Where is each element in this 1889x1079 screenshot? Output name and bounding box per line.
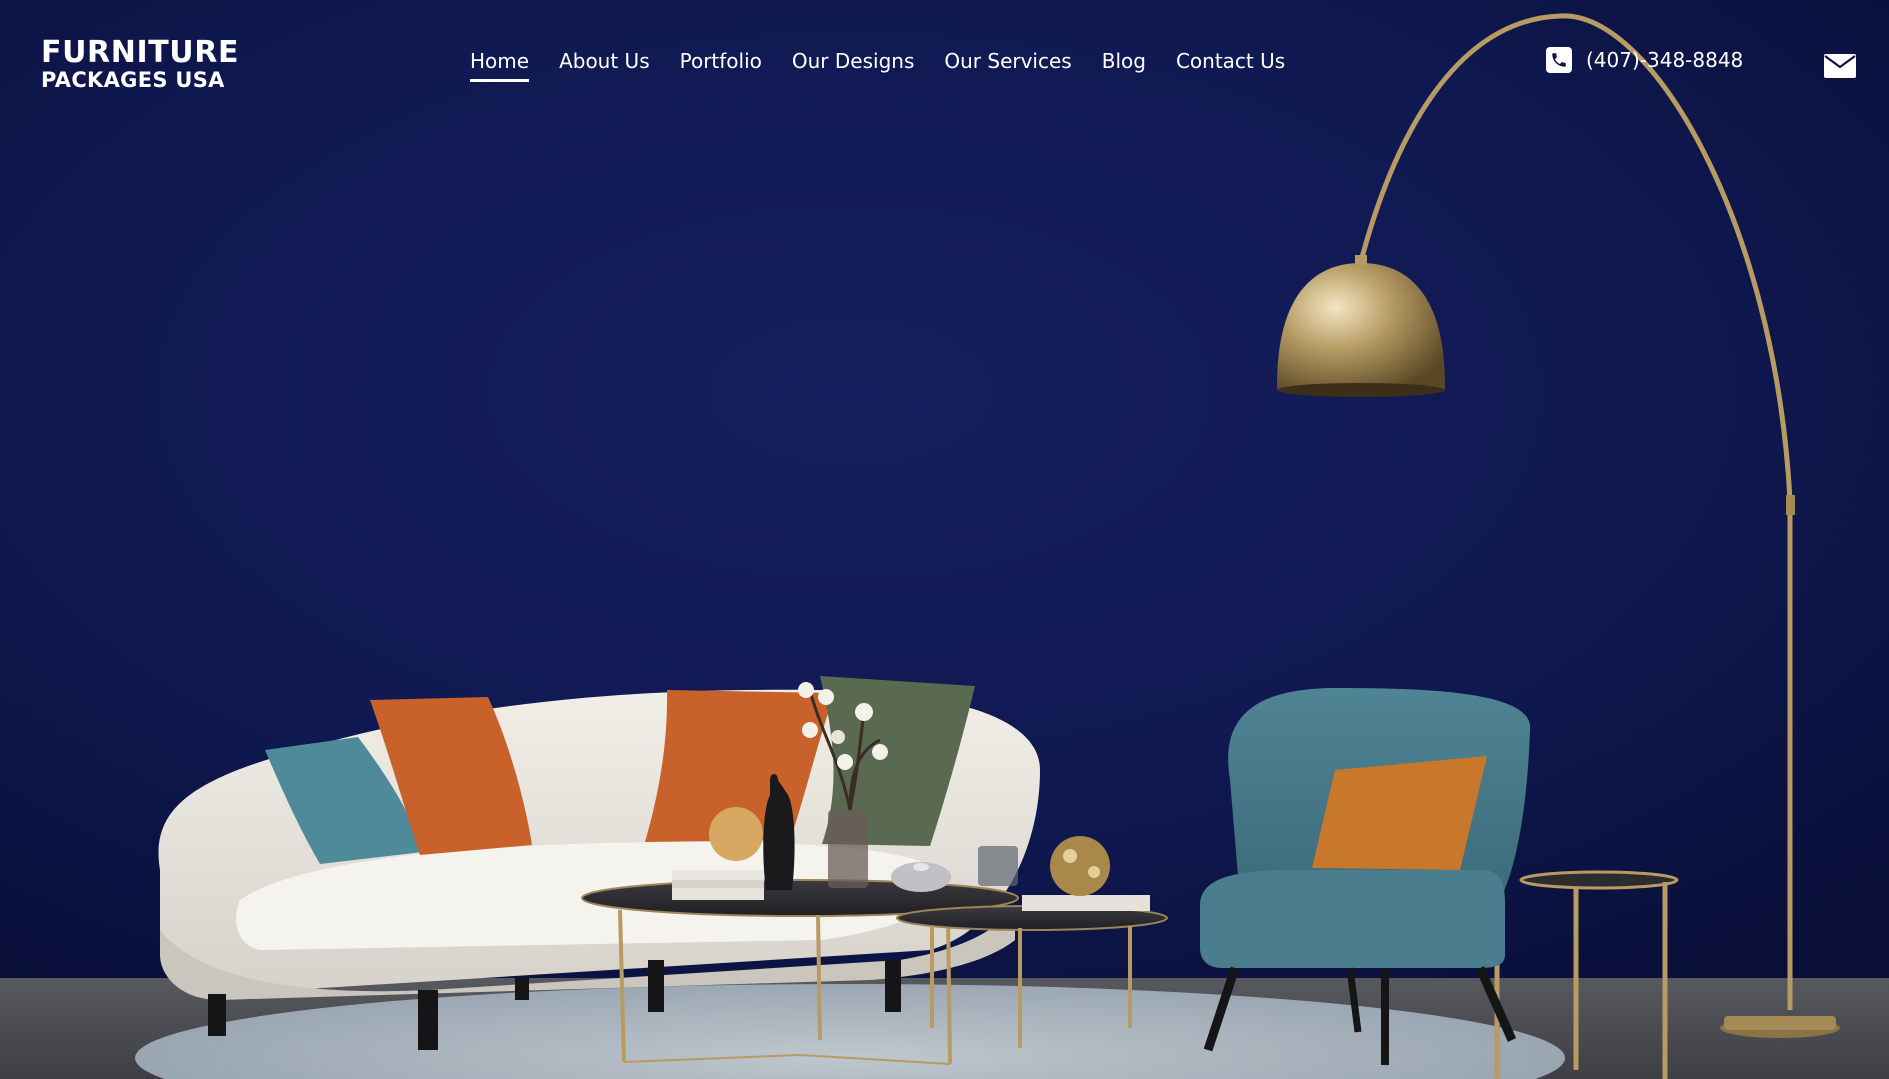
nav-home[interactable]: Home xyxy=(470,48,530,82)
brand-logo-line2: PACKAGES USA xyxy=(41,68,225,92)
nav-our-designs[interactable]: Our Designs xyxy=(792,48,914,74)
nav-portfolio[interactable]: Portfolio xyxy=(680,48,762,74)
main-nav: Home About Us Portfolio Our Designs Our … xyxy=(470,48,1285,82)
phone-number: (407)-348-8848 xyxy=(1586,48,1744,72)
envelope-icon[interactable] xyxy=(1824,54,1856,78)
hero-image xyxy=(0,0,1889,1079)
brand-logo-line1: FURNITURE xyxy=(41,35,240,70)
nav-blog[interactable]: Blog xyxy=(1102,48,1146,74)
nav-about-us[interactable]: About Us xyxy=(559,48,650,74)
nav-our-services[interactable]: Our Services xyxy=(944,48,1071,74)
nav-contact-us[interactable]: Contact Us xyxy=(1176,48,1285,74)
phone-icon xyxy=(1546,47,1572,73)
phone-link[interactable]: (407)-348-8848 xyxy=(1546,47,1743,73)
hero-section: FURNITURE PACKAGES USA Home About Us Por… xyxy=(0,0,1889,1079)
brand-logo[interactable]: FURNITURE PACKAGES USA xyxy=(41,38,239,91)
